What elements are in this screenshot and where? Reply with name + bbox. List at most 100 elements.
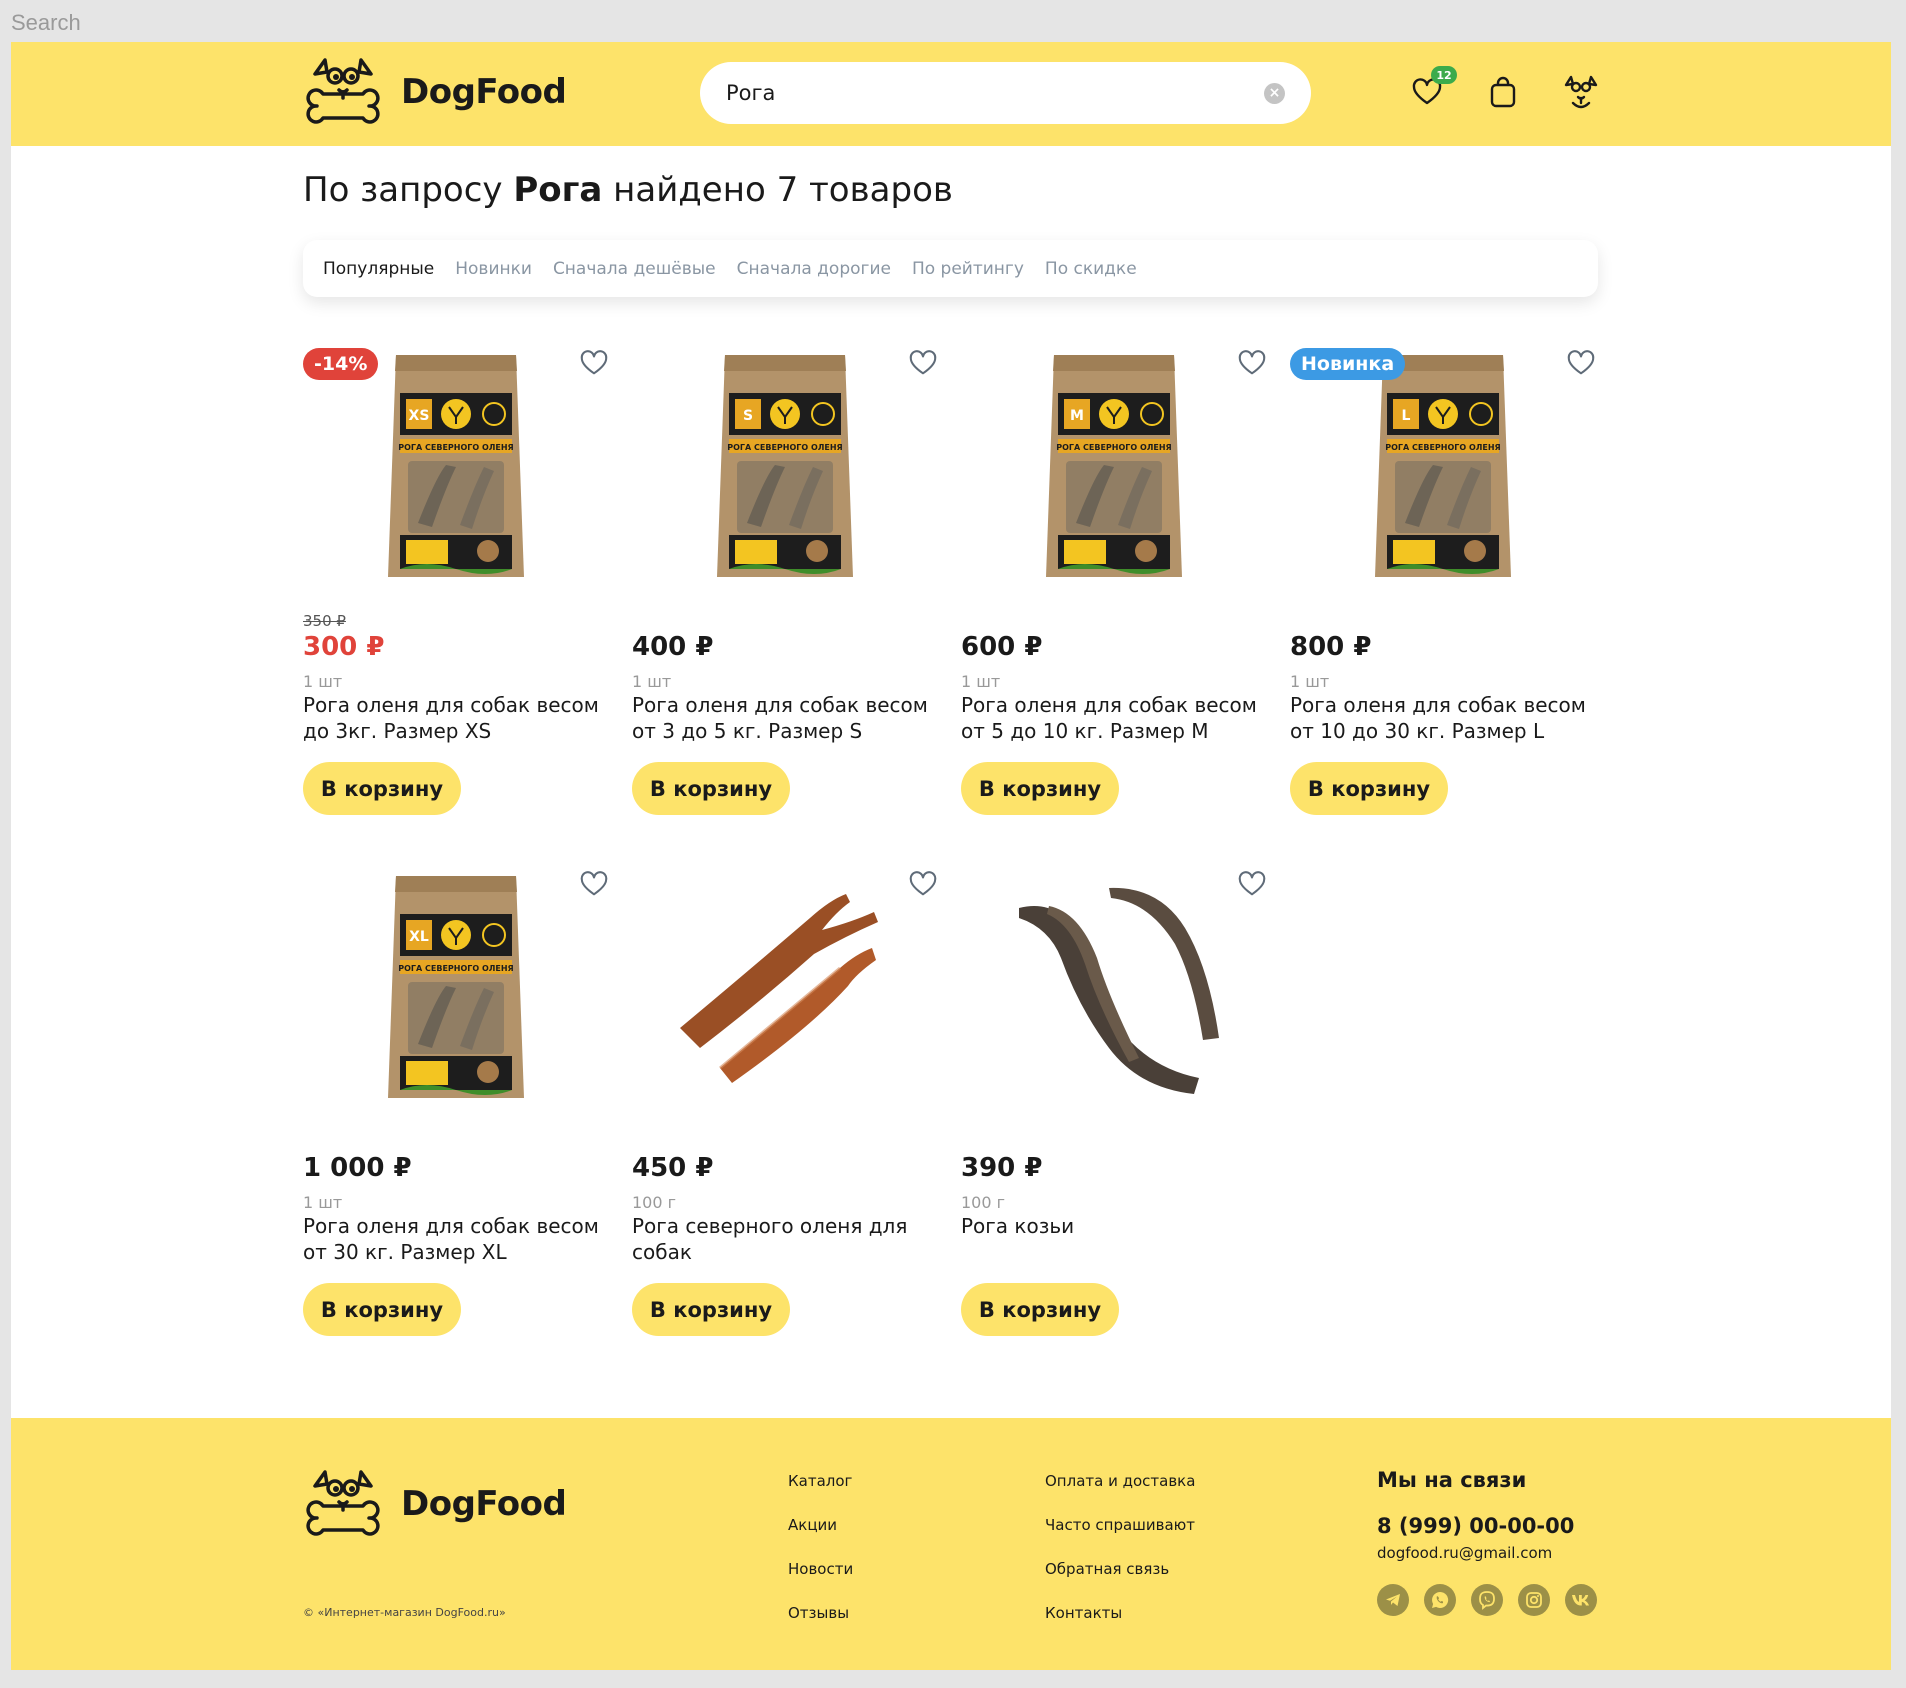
email-address[interactable]: dogfood.ru@gmail.com: [1377, 1544, 1597, 1562]
product-name[interactable]: Рога оленя для собак весом от 3 до 5 кг.…: [632, 692, 937, 744]
product-name[interactable]: Рога оленя для собак весом от 10 до 30 к…: [1290, 692, 1595, 744]
product-name[interactable]: Рога оленя для собак весом от 5 до 10 кг…: [961, 692, 1266, 744]
footer-link-contacts[interactable]: Контакты: [1045, 1604, 1195, 1624]
heart-icon: [1238, 350, 1266, 375]
product-card-goat-horns[interactable]: 390 ₽ 100 г Рога козьи В корзину: [961, 863, 1266, 1353]
product-card-xs[interactable]: XS РОГА СЕВЕРНОГО ОЛЕНЯ -14% 350 ₽ 300 ₽…: [303, 342, 608, 832]
footer-link-feedback[interactable]: Обратная связь: [1045, 1560, 1195, 1580]
heart-icon: [1567, 350, 1595, 375]
footer-link-news[interactable]: Новости: [788, 1560, 853, 1580]
logo-text: DogFood: [401, 72, 567, 112]
phone-number[interactable]: 8 (999) 00-00-00: [1377, 1514, 1597, 1538]
product-image[interactable]: XL РОГА СЕВЕРНОГО ОЛЕНЯ: [303, 863, 608, 1113]
add-to-favorites-button[interactable]: [1237, 348, 1267, 378]
add-to-cart-button[interactable]: В корзину: [1290, 762, 1448, 815]
telegram-icon[interactable]: [1377, 1584, 1409, 1616]
dog-logo-icon: [306, 58, 380, 124]
add-to-cart-button[interactable]: В корзину: [632, 762, 790, 815]
footer-link-promotions[interactable]: Акции: [788, 1516, 853, 1536]
bag-title-text: РОГА СЕВЕРНОГО ОЛЕНЯ: [1056, 443, 1171, 452]
add-to-cart-button[interactable]: В корзину: [303, 762, 461, 815]
add-to-cart-button[interactable]: В корзину: [632, 1283, 790, 1336]
page: DogFood × 12: [11, 42, 1891, 1670]
add-to-cart-button[interactable]: В корзину: [961, 1283, 1119, 1336]
logo-text: DogFood: [401, 1484, 567, 1524]
clear-search-icon[interactable]: ×: [1264, 82, 1285, 104]
footer-link-catalog[interactable]: Каталог: [788, 1472, 853, 1492]
footer-link-faq[interactable]: Часто спрашивают: [1045, 1516, 1195, 1536]
whatsapp-icon[interactable]: [1424, 1584, 1456, 1616]
favorites-count-badge: 12: [1431, 66, 1457, 84]
contacts-title: Мы на связи: [1377, 1468, 1527, 1492]
results-title: По запросу Рога найдено 7 товаров: [303, 170, 953, 210]
add-to-cart-button[interactable]: В корзину: [961, 762, 1119, 815]
footer-link-payment-delivery[interactable]: Оплата и доставка: [1045, 1472, 1195, 1492]
footer-link-reviews[interactable]: Отзывы: [788, 1604, 853, 1624]
add-to-favorites-button[interactable]: [1237, 869, 1267, 899]
heart-icon: [580, 871, 608, 896]
bag-size-text: XS: [408, 408, 429, 424]
sort-tab-expensive-first[interactable]: Сначала дорогие: [737, 259, 891, 279]
product-unit: 100 г: [961, 1193, 1006, 1212]
profile-button[interactable]: [1563, 72, 1603, 112]
product-price: 300 ₽: [303, 632, 385, 662]
product-image[interactable]: [961, 863, 1266, 1113]
add-to-favorites-button[interactable]: [579, 348, 609, 378]
product-unit: 1 шт: [632, 672, 672, 691]
add-to-favorites-button[interactable]: [579, 869, 609, 899]
product-price: 450 ₽: [632, 1153, 714, 1183]
heart-icon: [580, 350, 608, 375]
product-card-m[interactable]: M РОГА СЕВЕРНОГО ОЛЕНЯ 600 ₽ 1 шт Рога о…: [961, 342, 1266, 832]
goat-horns-image: [1018, 887, 1219, 1094]
bag-title-text: РОГА СЕВЕРНОГО ОЛЕНЯ: [727, 443, 842, 452]
product-unit: 1 шт: [961, 672, 1001, 691]
product-unit: 100 г: [632, 1193, 677, 1212]
header-logo[interactable]: DogFood: [303, 54, 567, 130]
old-price: 350 ₽: [303, 612, 346, 630]
product-card-reindeer-antler[interactable]: 450 ₽ 100 г Рога северного оленя для соб…: [632, 863, 937, 1353]
footer-logo[interactable]: DogFood: [303, 1466, 567, 1542]
sort-tab-discount[interactable]: По скидке: [1045, 259, 1137, 279]
product-price: 600 ₽: [961, 632, 1043, 662]
product-bag-image: XL РОГА СЕВЕРНОГО ОЛЕНЯ: [387, 876, 524, 1098]
search-input[interactable]: [726, 81, 1264, 105]
new-badge: Новинка: [1290, 348, 1406, 380]
bag-title-text: РОГА СЕВЕРНОГО ОЛЕНЯ: [398, 443, 513, 452]
product-card-l[interactable]: L РОГА СЕВЕРНОГО ОЛЕНЯ Новинка 800 ₽ 1 ш…: [1290, 342, 1595, 832]
contacts: Мы на связи 8 (999) 00-00-00 dogfood.ru@…: [1377, 1468, 1597, 1616]
product-name[interactable]: Рога северного оленя для собак: [632, 1213, 937, 1265]
product-bag-image: L РОГА СЕВЕРНОГО ОЛЕНЯ: [1374, 355, 1511, 577]
cart-button[interactable]: [1487, 72, 1527, 112]
sort-tab-cheap-first[interactable]: Сначала дешёвые: [553, 259, 716, 279]
product-card-xl[interactable]: XL РОГА СЕВЕРНОГО ОЛЕНЯ 1 000 ₽ 1 шт Рог…: [303, 863, 608, 1353]
vk-icon[interactable]: [1565, 1584, 1597, 1616]
product-image[interactable]: S РОГА СЕВЕРНОГО ОЛЕНЯ: [632, 342, 937, 592]
sort-bar: Популярные Новинки Сначала дешёвые Снача…: [303, 240, 1598, 297]
heart-icon: [909, 350, 937, 375]
bag-size-text: M: [1070, 408, 1084, 424]
instagram-icon[interactable]: [1518, 1584, 1550, 1616]
add-to-favorites-button[interactable]: [908, 869, 938, 899]
frame-label: Search: [11, 10, 81, 35]
favorites-button[interactable]: 12: [1411, 66, 1457, 112]
add-to-favorites-button[interactable]: [908, 348, 938, 378]
shopping-bag-icon: [1490, 76, 1516, 108]
product-card-s[interactable]: S РОГА СЕВЕРНОГО ОЛЕНЯ 400 ₽ 1 шт Рога о…: [632, 342, 937, 832]
sort-tab-popular[interactable]: Популярные: [323, 259, 434, 279]
add-to-favorites-button[interactable]: [1566, 348, 1596, 378]
product-bag-image: S РОГА СЕВЕРНОГО ОЛЕНЯ: [716, 355, 853, 577]
bag-size-text: L: [1401, 408, 1410, 424]
product-name[interactable]: Рога оленя для собак весом до 3кг. Разме…: [303, 692, 608, 744]
dog-face-icon: [1564, 75, 1598, 109]
sort-tab-rating[interactable]: По рейтингу: [912, 259, 1024, 279]
product-image[interactable]: M РОГА СЕВЕРНОГО ОЛЕНЯ: [961, 342, 1266, 592]
product-unit: 1 шт: [303, 672, 343, 691]
bag-title-text: РОГА СЕВЕРНОГО ОЛЕНЯ: [398, 964, 513, 973]
product-name[interactable]: Рога козьи: [961, 1213, 1266, 1239]
product-name[interactable]: Рога оленя для собак весом от 30 кг. Раз…: [303, 1213, 608, 1265]
product-price: 390 ₽: [961, 1153, 1043, 1183]
product-image[interactable]: [632, 863, 937, 1113]
sort-tab-new[interactable]: Новинки: [455, 259, 532, 279]
add-to-cart-button[interactable]: В корзину: [303, 1283, 461, 1336]
viber-icon[interactable]: [1471, 1584, 1503, 1616]
